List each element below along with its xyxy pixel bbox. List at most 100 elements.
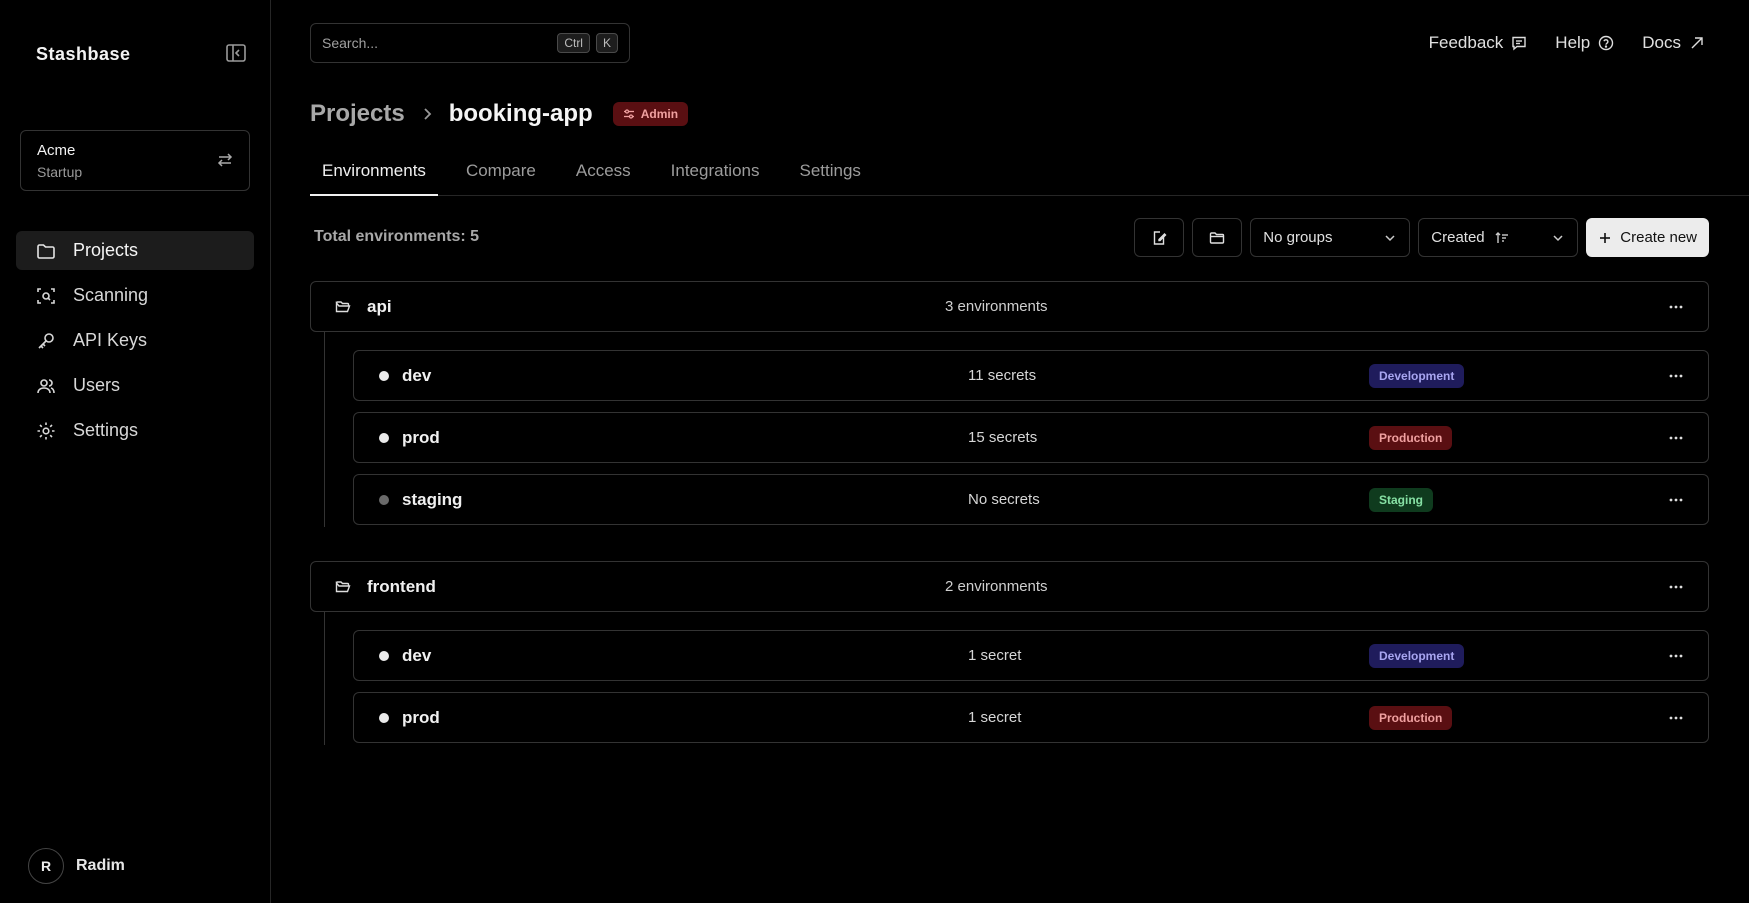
breadcrumb: Projects booking-app Admin <box>310 100 689 128</box>
sidebar-item-label: API Keys <box>73 330 148 350</box>
environment-list: dev 11 secrets Development prod 15 secre… <box>324 332 1709 527</box>
project-tabs: Environments Compare Access Integrations… <box>310 152 1749 196</box>
message-icon <box>1512 36 1526 51</box>
more-horizontal-icon[interactable] <box>1666 490 1686 510</box>
main-content: Ctrl K Feedback Help Docs Projects booki… <box>271 0 1749 903</box>
tab-integrations[interactable]: Integrations <box>659 152 772 196</box>
file-edit-icon <box>1154 230 1167 245</box>
more-horizontal-icon[interactable] <box>1666 428 1686 448</box>
environment-row[interactable]: staging No secrets Staging <box>353 474 1709 525</box>
environment-name: prod <box>402 427 440 447</box>
users-icon <box>37 378 55 393</box>
org-switcher[interactable]: Acme Startup <box>20 130 250 191</box>
folder-icon <box>37 243 55 259</box>
environment-name: prod <box>402 707 440 727</box>
environments-toolbar: No groups Created Create new <box>1134 218 1709 257</box>
environment-name: staging <box>402 489 463 509</box>
sidebar-item-api-keys[interactable]: API Keys <box>16 321 254 360</box>
docs-label: Docs <box>1642 33 1681 52</box>
help-label: Help <box>1555 33 1591 52</box>
new-environment-button[interactable] <box>1134 218 1185 257</box>
more-horizontal-icon[interactable] <box>1666 646 1686 666</box>
sidebar-item-users[interactable]: Users <box>16 366 254 405</box>
folder-open-icon <box>335 301 351 313</box>
feedback-link[interactable]: Feedback <box>1429 33 1528 53</box>
sidebar-item-projects[interactable]: Projects <box>16 231 254 270</box>
tab-environments[interactable]: Environments <box>310 152 438 196</box>
gear-icon <box>37 422 55 439</box>
new-group-button[interactable] <box>1192 218 1243 257</box>
chevron-down-icon <box>1385 234 1395 241</box>
tab-settings[interactable]: Settings <box>788 152 873 196</box>
chevron-down-icon <box>1553 234 1563 241</box>
role-badge-label: Admin <box>640 107 679 121</box>
secret-count: 1 secret <box>968 709 1022 726</box>
scan-icon <box>37 287 55 304</box>
shortcut-k-key: K <box>595 33 618 53</box>
sidebar: Stashbase Acme Startup Projects Scanning… <box>0 0 271 903</box>
create-new-label: Create new <box>1620 229 1697 246</box>
group-select-value: No groups <box>1263 229 1333 246</box>
secret-count: 15 secrets <box>968 429 1038 446</box>
environment-type-badge: Development <box>1369 363 1465 388</box>
docs-link[interactable]: Docs <box>1642 33 1705 53</box>
chevron-right-icon <box>424 108 431 120</box>
group-header[interactable]: api 3 environments <box>310 281 1709 332</box>
environment-group-frontend: frontend 2 environments dev 1 secret Dev… <box>310 561 1709 745</box>
environment-type-badge: Development <box>1369 643 1465 668</box>
sort-select-value: Created <box>1431 229 1485 246</box>
more-horizontal-icon[interactable] <box>1666 297 1686 317</box>
environment-type-badge: Production <box>1369 705 1453 730</box>
breadcrumb-projects[interactable]: Projects <box>310 100 405 128</box>
sort-select-group: Created <box>1431 229 1508 246</box>
sort-select[interactable]: Created <box>1418 218 1579 257</box>
user-name: Radim <box>76 857 125 874</box>
group-name: frontend <box>367 576 436 596</box>
plus-icon <box>1600 232 1611 243</box>
sidebar-item-label: Users <box>73 375 121 395</box>
sidebar-item-settings[interactable]: Settings <box>16 411 254 450</box>
tab-access[interactable]: Access <box>564 152 643 196</box>
app-root: Stashbase Acme Startup Projects Scanning… <box>0 0 1749 903</box>
environment-name: dev <box>402 645 432 665</box>
sidebar-item-label: Scanning <box>73 285 149 305</box>
environment-row[interactable]: dev 1 secret Development <box>353 630 1709 681</box>
environment-row[interactable]: prod 15 secrets Production <box>353 412 1709 463</box>
environment-row[interactable]: dev 11 secrets Development <box>353 350 1709 401</box>
status-dot <box>379 494 389 505</box>
environment-group-api: api 3 environments dev 11 secrets Develo… <box>310 281 1709 527</box>
tab-compare[interactable]: Compare <box>454 152 548 196</box>
secret-count: 11 secrets <box>968 367 1037 384</box>
group-select[interactable]: No groups <box>1250 218 1411 257</box>
collapse-sidebar-icon[interactable] <box>226 44 246 62</box>
total-environments: Total environments: 5 <box>314 228 480 245</box>
environment-row[interactable]: prod 1 secret Production <box>353 692 1709 743</box>
group-header[interactable]: frontend 2 environments <box>310 561 1709 612</box>
page-title: booking-app <box>448 100 593 127</box>
avatar: R <box>28 848 64 884</box>
more-horizontal-icon[interactable] <box>1666 366 1686 386</box>
status-dot <box>379 370 389 381</box>
secret-count: 1 secret <box>968 647 1022 664</box>
create-new-button[interactable]: Create new <box>1586 218 1709 257</box>
group-count: 2 environments <box>945 578 1048 595</box>
role-badge: Admin <box>612 102 689 126</box>
shortcut-ctrl-key: Ctrl <box>557 33 590 53</box>
group-name: api <box>367 296 392 316</box>
status-dot <box>379 432 389 443</box>
user-menu[interactable]: R Radim <box>28 848 125 884</box>
key-icon <box>38 332 54 349</box>
sidebar-item-label: Projects <box>73 240 139 260</box>
sidebar-item-scanning[interactable]: Scanning <box>16 276 254 315</box>
group-count: 3 environments <box>945 298 1048 315</box>
more-horizontal-icon[interactable] <box>1666 577 1686 597</box>
search-input[interactable] <box>322 35 552 51</box>
folder-icon <box>1210 231 1225 244</box>
search-box[interactable]: Ctrl K <box>310 23 630 63</box>
help-link[interactable]: Help <box>1555 33 1614 53</box>
more-horizontal-icon[interactable] <box>1666 708 1686 728</box>
sidebar-nav: Projects Scanning API Keys Users Setting… <box>16 231 254 456</box>
org-name: Acme <box>37 142 76 159</box>
sidebar-item-label: Settings <box>73 420 139 440</box>
status-dot <box>379 650 389 661</box>
